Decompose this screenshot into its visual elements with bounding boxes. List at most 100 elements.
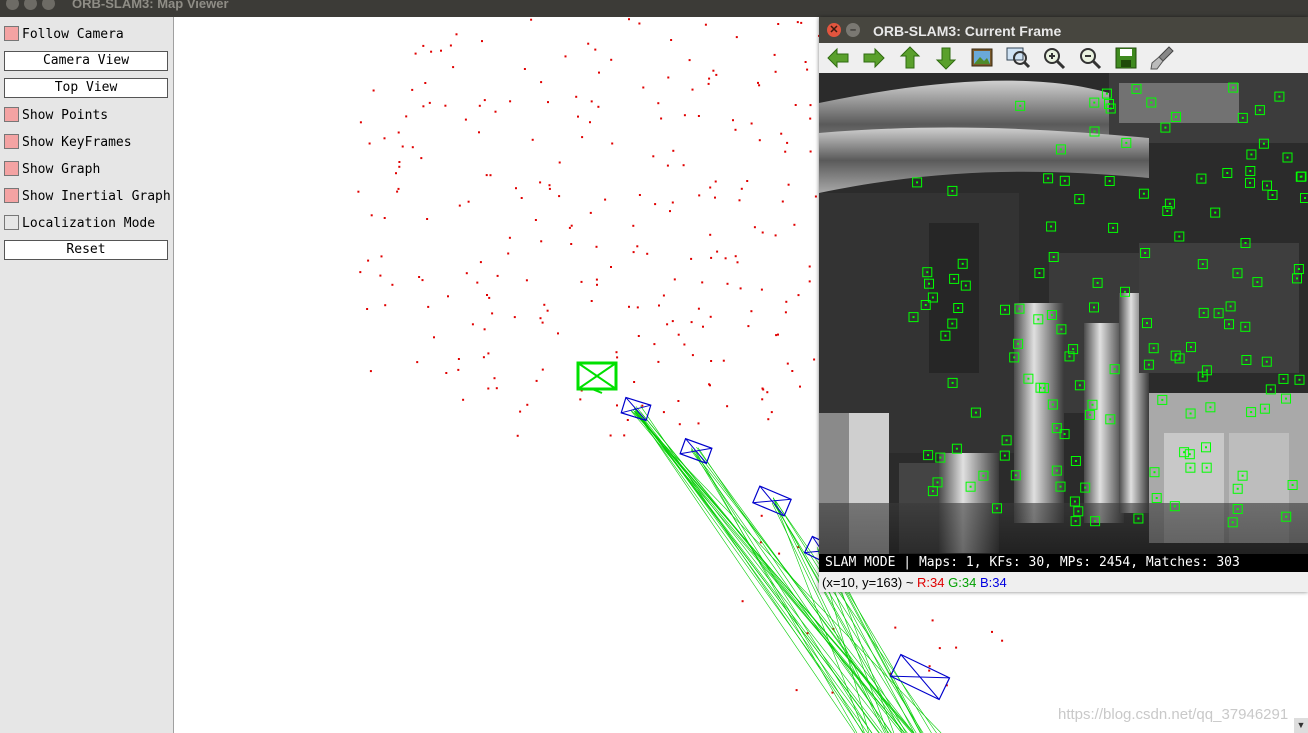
- checkbox-checked-icon[interactable]: [4, 161, 19, 176]
- arrow-right-icon[interactable]: [861, 45, 887, 71]
- reset-button[interactable]: Reset: [4, 240, 168, 260]
- map-point: [543, 303, 546, 306]
- checkbox-checked-icon[interactable]: [4, 134, 19, 149]
- feature-point: [1152, 347, 1155, 350]
- map-point: [525, 279, 528, 282]
- map-point: [714, 180, 717, 183]
- map-point: [369, 370, 372, 373]
- current-frame-window: ✕ – ORB-SLAM3: Current Frame SLAM MODE |…: [819, 17, 1308, 592]
- feature-point: [1063, 179, 1066, 182]
- close-icon[interactable]: ✕: [827, 23, 841, 37]
- map-point: [520, 197, 523, 199]
- maximize-icon[interactable]: [42, 0, 55, 10]
- minimize-icon[interactable]: –: [846, 23, 860, 37]
- map-point: [426, 218, 429, 220]
- map-point: [570, 243, 573, 245]
- arrow-down-icon[interactable]: [933, 45, 959, 71]
- map-point: [813, 358, 816, 361]
- feature-point: [951, 322, 954, 325]
- arrow-up-icon[interactable]: [897, 45, 923, 71]
- map-point: [991, 630, 993, 633]
- image-icon[interactable]: [969, 45, 995, 71]
- map-point: [455, 33, 458, 36]
- feature-point: [1088, 413, 1091, 416]
- map-point: [491, 312, 494, 315]
- top-view-button[interactable]: Top View: [4, 78, 168, 98]
- localization-mode-checkbox[interactable]: Localization Mode: [4, 214, 184, 234]
- brush-icon[interactable]: [1149, 45, 1175, 71]
- map-point: [770, 411, 773, 414]
- checkbox-checked-icon[interactable]: [4, 188, 19, 203]
- save-icon[interactable]: [1113, 45, 1139, 71]
- map-point: [493, 377, 496, 380]
- show-inertial-graph-checkbox[interactable]: Show Inertial Graph: [4, 187, 184, 207]
- map-point: [753, 226, 756, 229]
- map-point: [535, 379, 538, 382]
- map-point: [515, 187, 517, 190]
- map-point: [596, 283, 598, 286]
- feature-point: [1018, 307, 1021, 310]
- feature-point: [1051, 403, 1054, 406]
- zoom-out-icon[interactable]: [1077, 45, 1103, 71]
- map-point: [539, 317, 542, 320]
- show-points-label: Show Points: [22, 108, 109, 123]
- map-point: [449, 44, 452, 47]
- map-point: [395, 172, 397, 175]
- feature-point: [931, 490, 934, 493]
- show-graph-checkbox[interactable]: Show Graph: [4, 160, 184, 180]
- map-point: [793, 223, 796, 226]
- map-point: [444, 104, 447, 107]
- map-point: [667, 76, 670, 79]
- map-point: [462, 398, 465, 401]
- checkbox-unchecked-icon[interactable]: [4, 215, 19, 230]
- feature-point: [1188, 453, 1191, 456]
- map-point: [786, 141, 789, 144]
- map-point: [716, 250, 719, 253]
- map-point: [808, 265, 811, 268]
- close-icon[interactable]: [6, 0, 19, 10]
- checkbox-checked-icon[interactable]: [4, 107, 19, 122]
- feature-point: [931, 296, 934, 299]
- feature-point: [1229, 305, 1232, 308]
- camera-view-button[interactable]: Camera View: [4, 51, 168, 71]
- map-point: [366, 308, 369, 310]
- map-point: [709, 384, 711, 387]
- map-point: [666, 323, 669, 326]
- map-point: [697, 422, 700, 425]
- checkbox-checked-icon[interactable]: [4, 26, 19, 41]
- map-point: [380, 255, 383, 258]
- feature-point: [1096, 281, 1099, 284]
- map-point: [610, 266, 612, 268]
- arrow-left-icon[interactable]: [825, 45, 851, 71]
- map-point: [641, 404, 644, 407]
- map-point: [796, 21, 799, 24]
- map-point: [761, 231, 764, 234]
- feature-point: [1027, 377, 1030, 380]
- show-points-checkbox[interactable]: Show Points: [4, 106, 184, 126]
- feature-point: [1201, 375, 1204, 378]
- map-point: [615, 351, 618, 354]
- map-point: [589, 211, 592, 214]
- feature-point: [1304, 197, 1306, 199]
- feature-point: [955, 447, 958, 450]
- feature-point: [1063, 433, 1066, 436]
- map-point: [732, 119, 734, 122]
- show-keyframes-checkbox[interactable]: Show KeyFrames: [4, 133, 184, 153]
- feature-point: [1146, 322, 1148, 325]
- feature-point: [957, 307, 960, 309]
- map-point: [633, 381, 636, 383]
- zoom-in-icon[interactable]: [1041, 45, 1067, 71]
- map-point: [540, 81, 543, 84]
- follow-camera-checkbox[interactable]: Follow Camera: [4, 25, 184, 45]
- map-point: [508, 236, 511, 239]
- scroll-down-icon[interactable]: ▼: [1294, 718, 1308, 733]
- map-point: [540, 240, 543, 243]
- feature-point: [1271, 194, 1274, 196]
- map-point: [734, 255, 737, 258]
- feature-point: [1266, 184, 1268, 187]
- zoom-fit-icon[interactable]: [1005, 45, 1031, 71]
- minimize-icon[interactable]: [24, 0, 37, 10]
- map-point: [359, 271, 362, 274]
- camera-frame-image[interactable]: [819, 73, 1308, 554]
- feature-point: [1285, 397, 1287, 400]
